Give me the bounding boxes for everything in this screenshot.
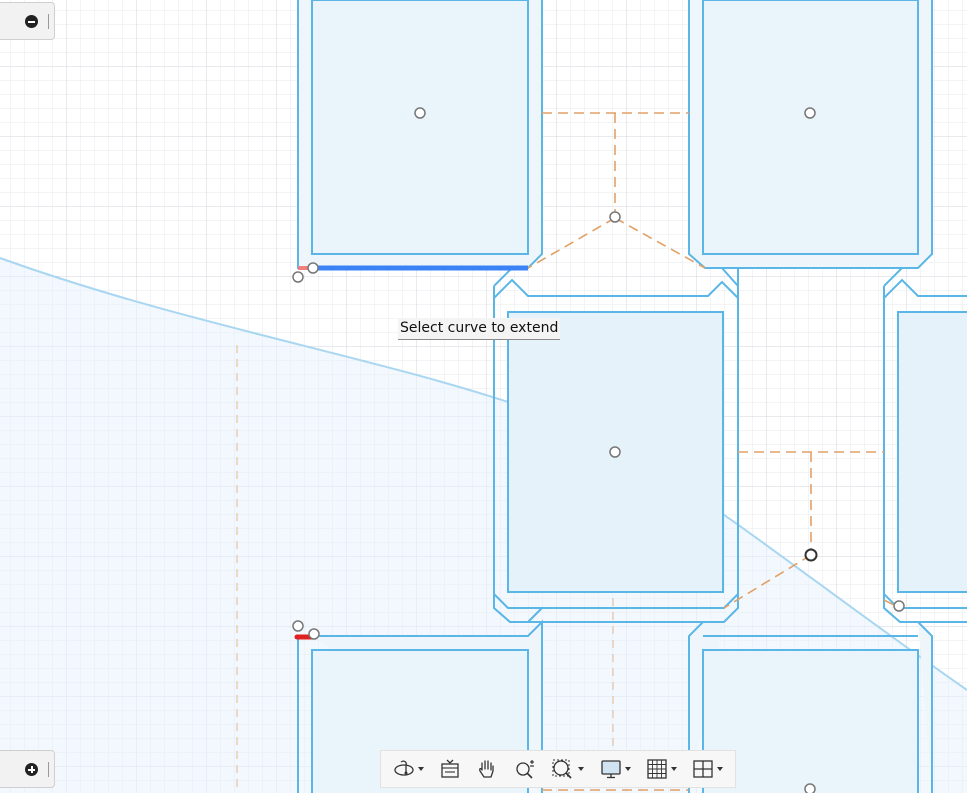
display-icon <box>600 760 621 779</box>
navigation-toolbar <box>380 750 736 788</box>
zoom-icon <box>516 760 534 779</box>
zoom-window-button[interactable] <box>551 754 585 784</box>
command-tooltip: Select curve to extend <box>398 318 561 340</box>
chevron-down-icon <box>624 767 631 771</box>
grip-handle <box>48 14 49 29</box>
look-at-button[interactable] <box>439 754 461 784</box>
grid-snaps-button[interactable] <box>646 754 677 784</box>
profile-top-right[interactable] <box>688 0 933 269</box>
plus-icon <box>25 763 38 776</box>
viewports-icon <box>693 760 713 778</box>
hand-icon <box>479 760 495 778</box>
zoom-in-button[interactable] <box>0 750 55 788</box>
orbit-icon <box>394 760 414 776</box>
grip-handle <box>48 762 49 777</box>
minus-icon <box>25 15 38 28</box>
pan-button[interactable] <box>476 754 498 784</box>
zoom-out-button[interactable] <box>0 2 55 40</box>
display-settings-button[interactable] <box>600 754 631 784</box>
zoom-button[interactable] <box>514 754 536 784</box>
look-at-icon <box>441 759 459 778</box>
grid-icon <box>647 759 667 779</box>
profile-top-left[interactable] <box>297 0 543 269</box>
chevron-down-icon <box>717 767 724 771</box>
orbit-button[interactable] <box>393 754 424 784</box>
viewports-button[interactable] <box>692 754 724 784</box>
sketch-canvas[interactable] <box>0 0 967 793</box>
chevron-down-icon <box>578 767 585 771</box>
chevron-down-icon <box>417 767 424 771</box>
chevron-down-icon <box>670 767 677 771</box>
zoom-window-icon <box>552 759 572 779</box>
